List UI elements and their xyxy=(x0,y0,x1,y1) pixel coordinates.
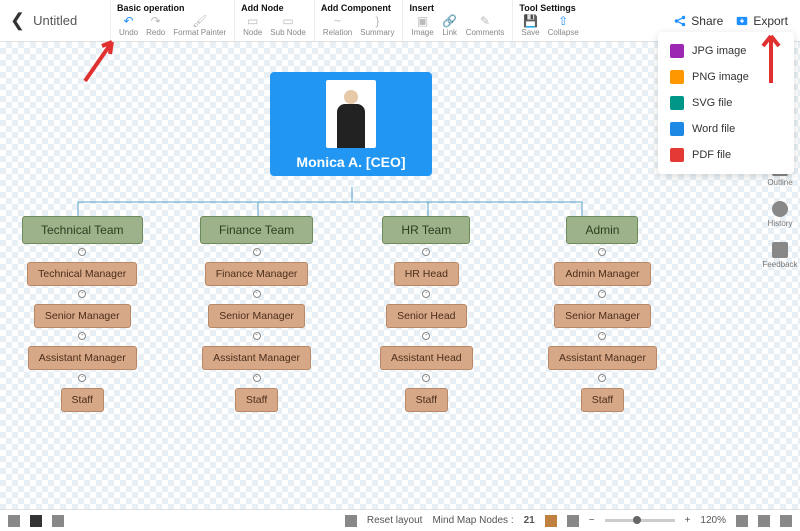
hand-icon[interactable] xyxy=(545,515,557,527)
node[interactable]: Senior Manager xyxy=(208,304,305,328)
export-svg[interactable]: SVG file xyxy=(658,90,794,116)
node[interactable]: Staff xyxy=(405,388,448,412)
subnode-button[interactable]: ▭Sub Node xyxy=(266,14,310,37)
group-addnode-title: Add Node xyxy=(239,2,310,14)
collapse-toggle[interactable]: - xyxy=(253,374,261,382)
group-toolset: Tool Settings 💾Save ⇧Collapse xyxy=(512,0,586,41)
node-button[interactable]: ▭Node xyxy=(239,14,266,37)
title-area: ❮ Untitled xyxy=(0,0,110,41)
root-name: Monica A. [CEO] xyxy=(270,154,432,170)
collapse-toggle[interactable]: - xyxy=(78,332,86,340)
collapse-toggle[interactable]: - xyxy=(598,290,606,298)
export-icon xyxy=(735,14,749,28)
collapse-toggle[interactable]: - xyxy=(422,248,430,256)
cursor-icon[interactable] xyxy=(567,515,579,527)
side-feedback[interactable]: Feedback xyxy=(762,242,797,269)
zoom-plus[interactable]: + xyxy=(685,515,691,526)
node[interactable]: Assistant Head xyxy=(380,346,473,370)
status-bar: Reset layout Mind Map Nodes : 21 − + 120… xyxy=(0,509,800,531)
nodes-label: Mind Map Nodes : xyxy=(432,515,513,526)
layout-icon[interactable] xyxy=(52,515,64,527)
collapse-toggle[interactable]: - xyxy=(253,290,261,298)
zoom-value: 120% xyxy=(700,515,726,526)
group-insert-title: Insert xyxy=(407,2,508,14)
annotation-arrow-right xyxy=(756,28,786,88)
collapse-toggle[interactable]: - xyxy=(598,374,606,382)
save-button[interactable]: 💾Save xyxy=(517,14,543,37)
link-button[interactable]: 🔗Link xyxy=(438,14,462,37)
team-technical[interactable]: Technical Team xyxy=(22,216,143,244)
group-toolset-title: Tool Settings xyxy=(517,2,582,14)
col-hr: HR Team - HR Head - Senior Head - Assist… xyxy=(380,216,473,428)
export-pdf[interactable]: PDF file xyxy=(658,142,794,168)
node[interactable]: Staff xyxy=(581,388,624,412)
group-insert: Insert ▣Image 🔗Link ✎Comments xyxy=(402,0,512,41)
share-icon xyxy=(673,14,687,28)
fullscreen-icon[interactable] xyxy=(780,515,792,527)
export-button[interactable]: Export xyxy=(735,14,788,28)
collapse-toggle[interactable]: - xyxy=(78,290,86,298)
undo-button[interactable]: ↶Undo xyxy=(115,14,142,37)
annotation-arrow-left xyxy=(80,36,120,86)
comments-button[interactable]: ✎Comments xyxy=(462,14,509,37)
collapse-toggle[interactable]: - xyxy=(78,248,86,256)
image-button[interactable]: ▣Image xyxy=(407,14,437,37)
node[interactable]: Senior Head xyxy=(386,304,466,328)
collapse-toggle[interactable]: - xyxy=(422,332,430,340)
team-admin[interactable]: Admin xyxy=(566,216,638,244)
summary-button[interactable]: }Summary xyxy=(356,14,398,37)
right-sidebar: Outline History Feedback xyxy=(760,160,800,269)
side-history[interactable]: History xyxy=(768,201,793,228)
node[interactable]: Assistant Manager xyxy=(28,346,137,370)
doc-title[interactable]: Untitled xyxy=(33,13,77,28)
collapse-toggle[interactable]: - xyxy=(253,248,261,256)
fit-icon[interactable] xyxy=(736,515,748,527)
node[interactable]: Senior Manager xyxy=(34,304,131,328)
grid-icon[interactable] xyxy=(8,515,20,527)
relation-button[interactable]: ~Relation xyxy=(319,14,356,37)
export-word[interactable]: Word file xyxy=(658,116,794,142)
node[interactable]: Staff xyxy=(235,388,278,412)
group-addcomp: Add Component ~Relation }Summary xyxy=(314,0,403,41)
share-button[interactable]: Share xyxy=(673,14,723,28)
node[interactable]: Assistant Manager xyxy=(548,346,657,370)
node[interactable]: Staff xyxy=(61,388,104,412)
collapse-toggle[interactable]: - xyxy=(253,332,261,340)
node[interactable]: Finance Manager xyxy=(205,262,309,286)
redo-button[interactable]: ↷Redo xyxy=(142,14,169,37)
col-admin: Admin - Admin Manager - Senior Manager -… xyxy=(548,216,657,428)
collapse-toggle[interactable]: - xyxy=(422,374,430,382)
group-basic-title: Basic operation xyxy=(115,2,230,14)
group-addnode: Add Node ▭Node ▭Sub Node xyxy=(234,0,314,41)
reset-icon xyxy=(345,515,357,527)
center-icon[interactable] xyxy=(758,515,770,527)
node[interactable]: Technical Manager xyxy=(27,262,137,286)
node[interactable]: HR Head xyxy=(394,262,459,286)
group-basic: Basic operation ↶Undo ↷Redo 🖌Format Pain… xyxy=(110,0,234,41)
root-node[interactable]: Monica A. [CEO] xyxy=(270,72,432,176)
collapse-toggle[interactable]: - xyxy=(422,290,430,298)
node[interactable]: Assistant Manager xyxy=(202,346,311,370)
collapse-toggle[interactable]: - xyxy=(78,374,86,382)
team-hr[interactable]: HR Team xyxy=(382,216,470,244)
collapse-button[interactable]: ⇧Collapse xyxy=(544,14,583,37)
back-icon[interactable]: ❮ xyxy=(10,10,25,31)
root-photo xyxy=(326,80,376,148)
collapse-toggle[interactable]: - xyxy=(598,248,606,256)
group-addcomp-title: Add Component xyxy=(319,2,399,14)
node[interactable]: Admin Manager xyxy=(554,262,650,286)
zoom-minus[interactable]: − xyxy=(589,515,595,526)
reset-layout[interactable]: Reset layout xyxy=(367,515,423,526)
team-finance[interactable]: Finance Team xyxy=(200,216,313,244)
nodes-count: 21 xyxy=(524,515,535,526)
col-finance: Finance Team - Finance Manager - Senior … xyxy=(200,216,313,428)
node[interactable]: Senior Manager xyxy=(554,304,651,328)
zoom-slider[interactable] xyxy=(605,519,675,522)
format-painter-button[interactable]: 🖌Format Painter xyxy=(169,14,230,37)
col-technical: Technical Team - Technical Manager - Sen… xyxy=(22,216,143,428)
collapse-toggle[interactable]: - xyxy=(598,332,606,340)
theme-icon[interactable] xyxy=(30,515,42,527)
